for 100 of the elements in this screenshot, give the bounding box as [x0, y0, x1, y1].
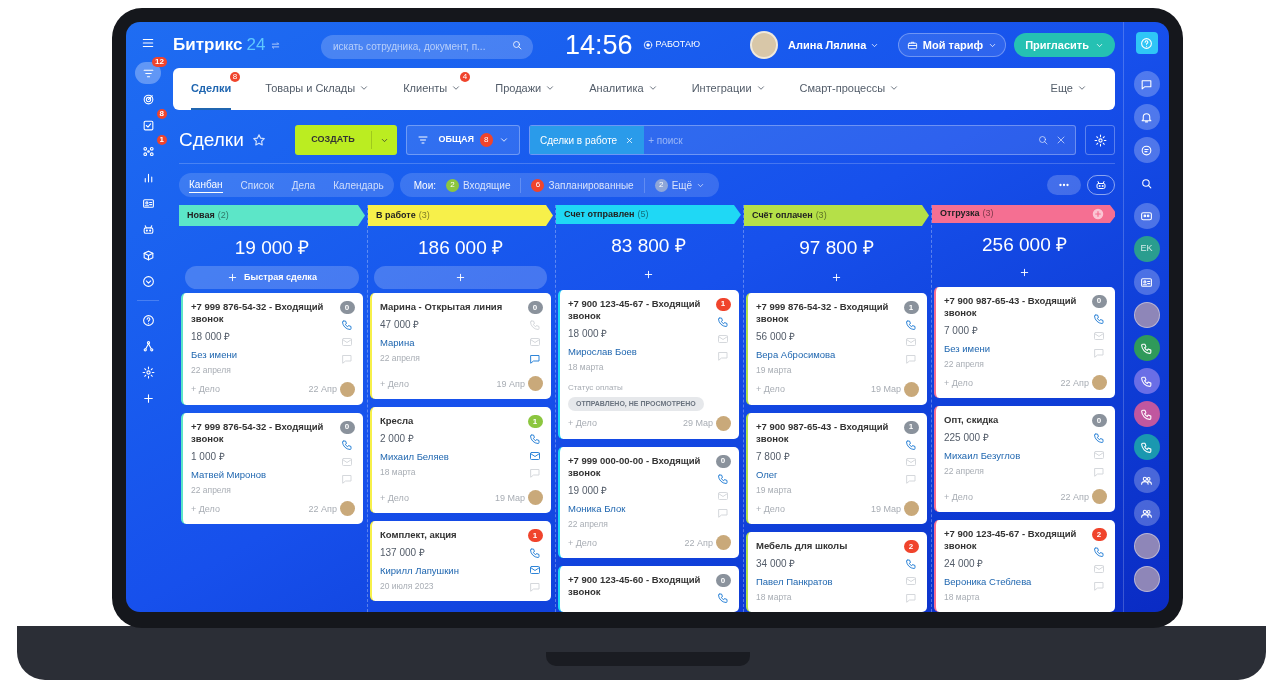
deal-card[interactable]: +7 900 987-65-43 - Входящий звонок 7 000 ₽ Без имени 22 апреля + Дело 22 Апр 0 — [934, 286, 1115, 398]
rail-button[interactable] — [1133, 401, 1160, 427]
deal-card[interactable]: Кресла 2 000 ₽ Михаил Беляев 18 марта + Дело 19 Мар 1 — [370, 407, 551, 513]
contact-link[interactable]: Марина — [380, 336, 525, 351]
contact-link[interactable]: Михаил Беляев — [380, 450, 525, 465]
plus-icon — [831, 272, 842, 283]
deal-title: +7 900 987-65-43 - Входящий звонок — [944, 294, 1078, 319]
counter-badge: 2 — [654, 178, 668, 192]
deal-title: +7 900 987-65-43 - Входящий звонок — [756, 420, 890, 445]
nav-tab[interactable]: Интеграции — [691, 68, 766, 110]
favorite-button[interactable] — [252, 133, 266, 147]
deal-card[interactable]: +7 900 123-45-67 - Входящий звонок 24 000 ₽ Вероника Стеблева 18 марта 2 — [934, 520, 1115, 612]
rail-button[interactable] — [1133, 269, 1160, 295]
checkbox-icon — [141, 118, 155, 132]
stage-total: 256 000 ₽ — [981, 232, 1068, 257]
rail-button[interactable] — [1133, 104, 1160, 130]
avatar-placeholder[interactable] — [1133, 533, 1160, 559]
avatar-placeholder — [750, 31, 779, 59]
user-menu-button[interactable]: Алина Лялина — [788, 36, 880, 54]
contact-link[interactable]: Вера Абросимова — [756, 348, 901, 363]
box-icon — [141, 248, 155, 262]
plus-icon — [455, 272, 466, 283]
deal-amount: 7 800 ₽ — [756, 449, 791, 464]
view-tab[interactable]: Канбан — [189, 177, 223, 193]
quick-add-button[interactable]: Быстрая сделка — [185, 266, 359, 289]
rail-button[interactable] — [1133, 137, 1160, 163]
nav-tab[interactable]: Смарт-процессы — [799, 68, 900, 110]
contact-link[interactable]: Павел Панкратов — [756, 575, 901, 590]
phone-icon — [1140, 341, 1153, 355]
counter-filter[interactable]: 6 Запланированные — [520, 177, 634, 193]
deal-card[interactable]: +7 999 876-54-32 - Входящий звонок 18 000 ₽ Без имени 22 апреля + Дело 22 Апр 0 — [181, 293, 363, 405]
activity-counter: 0 — [1091, 414, 1107, 427]
swap-icon — [269, 39, 281, 51]
rail-button[interactable] — [1133, 500, 1160, 526]
rail-button[interactable] — [1133, 203, 1160, 229]
rail-button[interactable] — [1133, 467, 1160, 493]
contact-link[interactable]: Вероника Стеблева — [944, 575, 1089, 590]
sidebar-item[interactable] — [135, 62, 161, 84]
contact-link[interactable]: Матвей Миронов — [191, 467, 337, 482]
deal-card[interactable]: +7 999 000-00-00 - Входящий звонок 19 000 ₽ Моника Блок 22 апреля + Дело 22 Апр 0 — [558, 446, 739, 558]
rail-button[interactable] — [1133, 335, 1160, 361]
stage-header: В работе (3) — [368, 205, 553, 226]
chevron-down-icon — [359, 83, 370, 93]
nav-tab[interactable]: Товары и Склады — [265, 68, 370, 110]
notification-badge: 1 — [156, 135, 167, 145]
mail-icon — [905, 455, 917, 468]
rail-button[interactable] — [1133, 71, 1160, 97]
contact-link[interactable]: Без имени — [944, 341, 1089, 356]
deal-amount: 34 000 ₽ — [756, 557, 797, 571]
nav-tab[interactable]: Аналитика — [589, 68, 658, 110]
contact-link[interactable]: Кирилл Лапушкин — [380, 564, 525, 579]
deal-card[interactable]: Опт, скидка 225 000 ₽ Михаил Безуглов 22 апреля + Дело 22 Апр 0 — [934, 406, 1115, 512]
phone-icon — [1093, 432, 1105, 444]
phone-icon — [717, 315, 729, 328]
chevron-down-icon — [889, 83, 900, 93]
search-field[interactable]: + поиск — [648, 126, 1033, 154]
deal-card[interactable]: +7 999 876-54-32 - Входящий звонок 56 000 ₽ Вера Абросимова 19 марта + Дело 19 Мар 1 — [746, 293, 927, 405]
phone-icon — [1140, 407, 1153, 421]
nav-tab[interactable]: Еще — [1050, 68, 1087, 110]
mail-icon — [905, 336, 917, 348]
help-button[interactable] — [1135, 32, 1158, 54]
avatar-placeholder[interactable] — [1133, 302, 1160, 328]
avatar-placeholder — [903, 501, 919, 516]
counter-filter[interactable]: 2 Ещё — [643, 177, 706, 193]
deal-card[interactable]: +7 999 876-54-32 - Входящий звонок 1 000 ₽ Матвей Миронов 22 апреля + Дело 22 Апр 0 — [181, 412, 363, 524]
settings-button[interactable] — [1085, 125, 1115, 155]
deal-card[interactable]: Мебель для школы 34 000 ₽ Павел Панкратов 18 марта 2 — [746, 532, 927, 612]
deadline-date: 29 Мар — [682, 417, 713, 430]
activity-counter: 1 — [715, 297, 731, 311]
chat-icon — [905, 592, 917, 604]
deal-card[interactable]: Комплект, акция 137 000 ₽ Кирилл Лапушкин 20 июля 2023 1 — [370, 521, 551, 601]
more-button[interactable] — [1047, 175, 1081, 195]
tariff-button[interactable]: Мой тариф — [897, 33, 1007, 57]
robot-icon — [1095, 179, 1107, 191]
view-tab[interactable]: Календарь — [333, 177, 384, 193]
rail-button[interactable] — [1133, 434, 1160, 460]
deal-card[interactable]: +7 900 987-65-43 - Входящий звонок 7 800 ₽ Олег 19 марта + Дело 19 Мар 1 — [746, 412, 927, 524]
nav-tab[interactable]: Продажи — [495, 68, 556, 110]
rail-button[interactable] — [1133, 368, 1160, 394]
avatar-placeholder[interactable] — [1133, 566, 1160, 592]
contact-link[interactable]: Мирослав Боев — [568, 344, 713, 359]
contact-link[interactable]: Михаил Безуглов — [944, 449, 1089, 464]
counter-filter[interactable]: 2 Входящие — [446, 177, 511, 193]
contact-link[interactable]: Без имени — [191, 348, 337, 363]
filter-icon — [417, 134, 430, 146]
contact-link[interactable]: Олег — [756, 467, 901, 482]
deadline-date: 22 Апр — [308, 383, 337, 396]
work-status-button[interactable]: РАБОТАЮ — [642, 38, 701, 52]
notification-badge: 8 — [480, 133, 493, 147]
menu-button[interactable] — [141, 36, 155, 50]
create-button[interactable]: СОЗДАТЬ — [295, 125, 397, 155]
deal-card[interactable]: +7 900 123-45-60 - Входящий звонок 0 — [558, 566, 739, 612]
contact-link[interactable]: Моника Блок — [568, 501, 713, 516]
nav-tab[interactable]: Клиенты — [403, 68, 462, 110]
mail-icon — [905, 575, 917, 587]
notification-badge: 8 — [229, 72, 241, 82]
deal-card[interactable]: Марина - Открытая линия 47 000 ₽ Марина 22 апреля + Дело 19 Апр 0 — [370, 293, 551, 399]
funnel-button[interactable]: ОБЩАЯ 8 — [406, 125, 520, 155]
chevron-down-icon — [545, 83, 556, 93]
deal-date: 22 апреля — [944, 465, 985, 478]
